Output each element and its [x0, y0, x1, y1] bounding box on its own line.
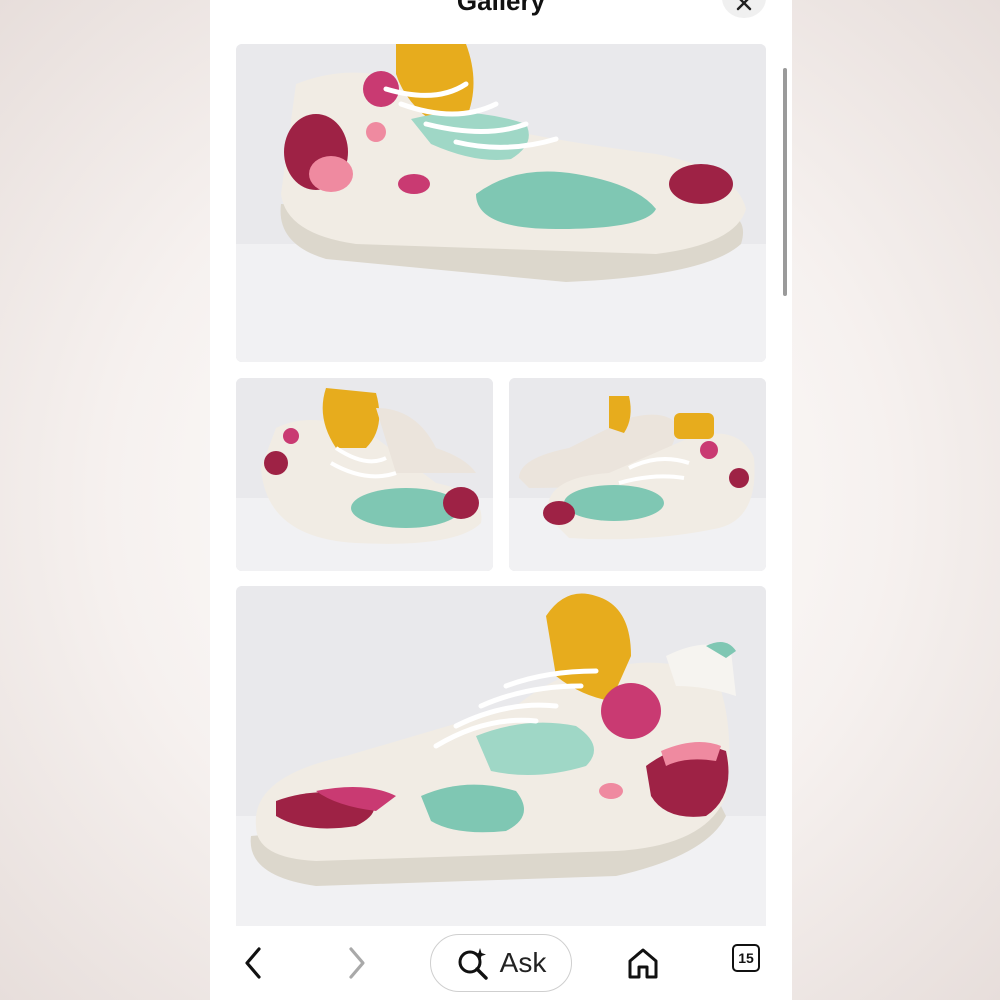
gallery-screen: Gallery Ask 15: [210, 0, 792, 1000]
ask-label: Ask: [499, 947, 547, 978]
chevron-left-icon: [245, 947, 261, 979]
sparkle-search-icon: [458, 948, 488, 980]
gallery-image-3[interactable]: [509, 378, 766, 571]
gallery-image-4[interactable]: [236, 586, 766, 936]
close-icon: [736, 0, 752, 11]
gallery-image-2[interactable]: [236, 378, 493, 571]
tabs-button[interactable]: 15: [732, 944, 760, 972]
tabs-count: 15: [738, 950, 754, 966]
sneaker-side-view-image: [236, 44, 766, 362]
home-icon: [628, 948, 658, 979]
ask-button[interactable]: Ask: [430, 934, 572, 992]
bottom-navigation-bar: Ask 15: [210, 926, 792, 1000]
forward-button[interactable]: [334, 940, 380, 986]
sneaker-medial-side-view-image: [236, 586, 766, 936]
scrollbar[interactable]: [783, 68, 787, 296]
back-button[interactable]: [230, 940, 276, 986]
sneaker-pair-front-left-image: [236, 378, 493, 571]
chevron-right-icon: [349, 947, 365, 979]
sneaker-pair-front-right-image: [509, 378, 766, 571]
page-title: Gallery: [456, 0, 546, 16]
home-button[interactable]: [620, 940, 666, 986]
gallery-image-1[interactable]: [236, 44, 766, 362]
